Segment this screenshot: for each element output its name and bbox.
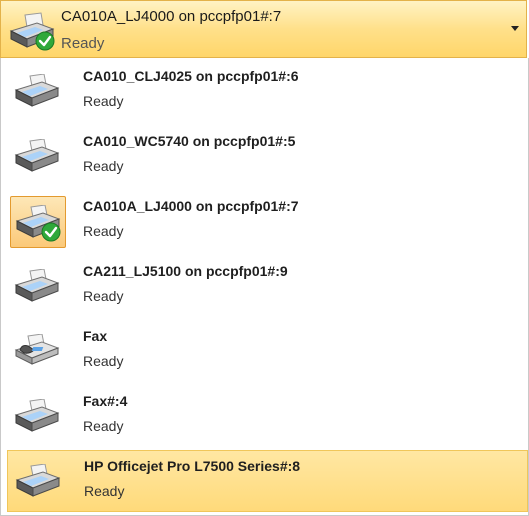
printer-name: HP Officejet Pro L7500 Series#:8 bbox=[84, 458, 301, 474]
printer-icon bbox=[10, 261, 66, 313]
printer-icon bbox=[10, 131, 66, 183]
printer-icon bbox=[10, 66, 66, 118]
selected-printer-status: Ready bbox=[61, 35, 105, 52]
printer-list: CA010_CLJ4025 on pccpfp01#:6 Ready CA010… bbox=[0, 58, 529, 516]
printer-default-icon bbox=[7, 11, 57, 51]
printer-list-item[interactable]: CA010A_LJ4000 on pccpfp01#:7 Ready bbox=[7, 191, 528, 253]
printer-name: CA010_WC5740 on pccpfp01#:5 bbox=[83, 133, 296, 149]
printer-name: CA211_LJ5100 on pccpfp01#:9 bbox=[83, 263, 288, 279]
printer-list-item[interactable]: CA211_LJ5100 on pccpfp01#:9 Ready bbox=[7, 256, 528, 318]
selected-printer-dropdown[interactable]: CA010A_LJ4000 on pccpfp01#:7 Ready bbox=[0, 0, 527, 58]
printer-name: CA010A_LJ4000 on pccpfp01#:7 bbox=[83, 198, 299, 214]
fax-icon bbox=[10, 326, 66, 378]
printer-list-item[interactable]: HP Officejet Pro L7500 Series#:8 Ready bbox=[7, 450, 528, 512]
chevron-down-icon[interactable] bbox=[511, 26, 519, 31]
printer-status: Ready bbox=[83, 418, 124, 434]
printer-name: Fax bbox=[83, 328, 108, 344]
printer-status: Ready bbox=[83, 353, 124, 369]
printer-list-item[interactable]: Fax#:4 Ready bbox=[7, 386, 528, 448]
printer-list-item[interactable]: CA010_CLJ4025 on pccpfp01#:6 Ready bbox=[7, 61, 528, 123]
printer-icon bbox=[11, 456, 67, 508]
printer-status: Ready bbox=[84, 483, 125, 499]
printer-status: Ready bbox=[83, 223, 124, 239]
printer-default-icon bbox=[10, 196, 66, 248]
printer-status: Ready bbox=[83, 93, 124, 109]
printer-name: CA010_CLJ4025 on pccpfp01#:6 bbox=[83, 68, 299, 84]
printer-icon bbox=[10, 391, 66, 443]
printer-list-item[interactable]: CA010_WC5740 on pccpfp01#:5 Ready bbox=[7, 126, 528, 188]
printer-name: Fax#:4 bbox=[83, 393, 128, 409]
selected-printer-name: CA010A_LJ4000 on pccpfp01#:7 bbox=[61, 8, 282, 25]
printer-status: Ready bbox=[83, 288, 124, 304]
printer-selector: CA010A_LJ4000 on pccpfp01#:7 Ready CA010… bbox=[0, 0, 529, 516]
printer-status: Ready bbox=[83, 158, 124, 174]
printer-list-item[interactable]: Fax Ready bbox=[7, 321, 528, 383]
